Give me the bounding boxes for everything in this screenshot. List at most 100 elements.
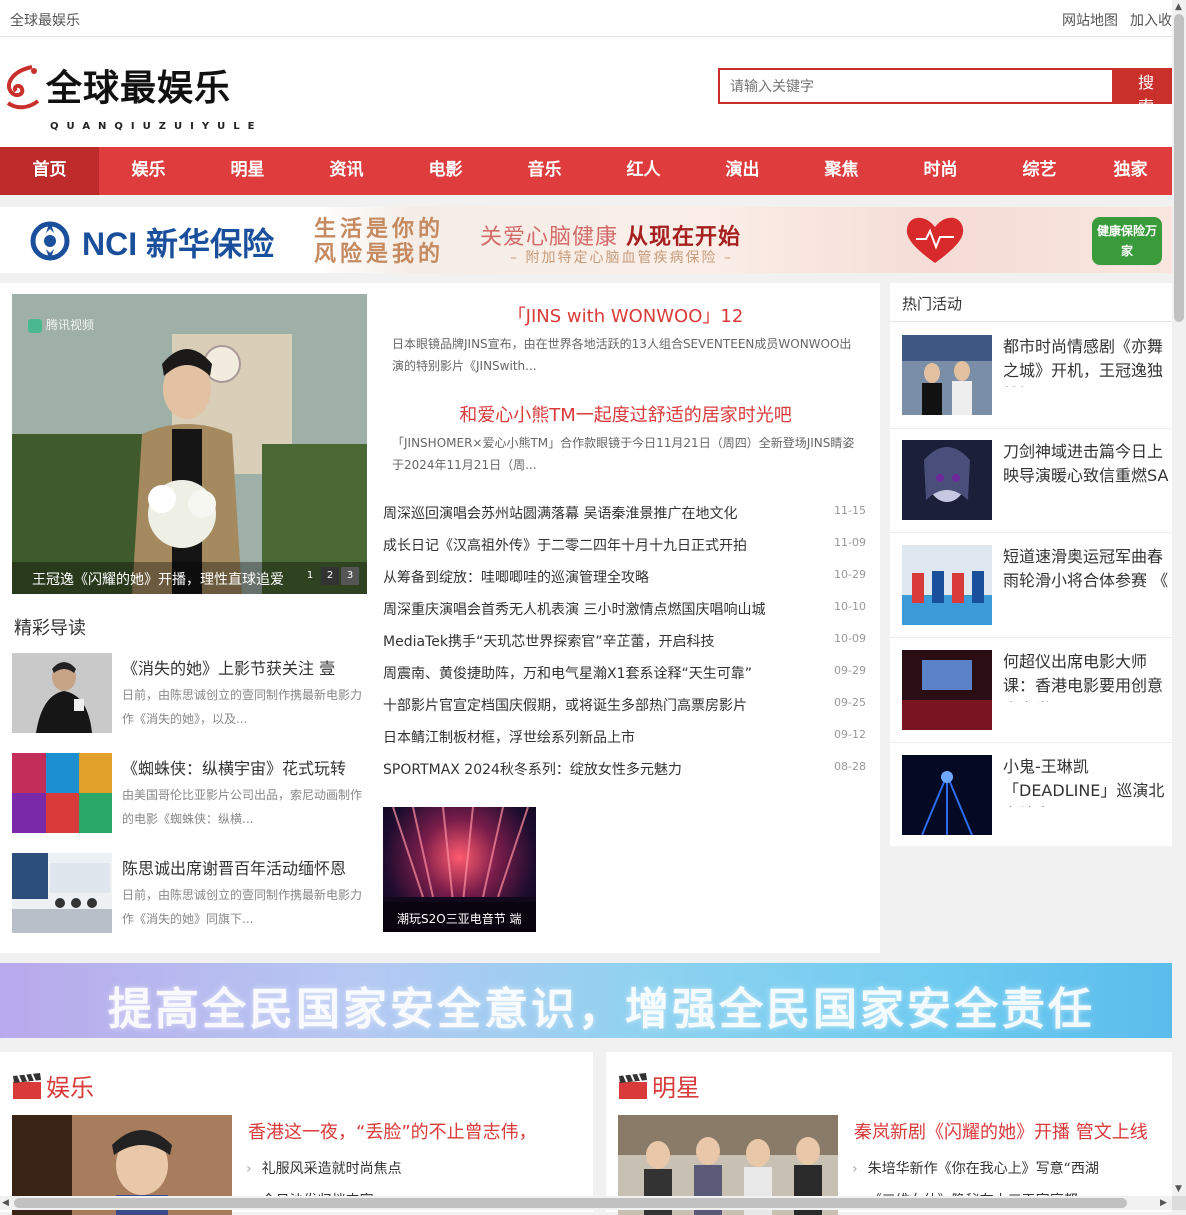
hot-title[interactable]: 都市时尚情感剧《亦舞之城》开机，王冠逸独特初: [1003, 335, 1173, 387]
hot-item[interactable]: 何超仪出席电影大师课：香港电影要用创意走向世: [902, 650, 1172, 730]
section-title[interactable]: 娱乐: [46, 1068, 94, 1103]
nav-exclusive[interactable]: 独家: [1089, 147, 1172, 195]
news-row[interactable]: 日本鲭江制板材框，浮世绘系列新品上市 09-12: [383, 721, 868, 753]
nav-stars[interactable]: 明星: [198, 147, 297, 195]
hot-title[interactable]: 小鬼-王琳凯「DEADLINE」巡演北京站来: [1003, 755, 1173, 807]
news-title[interactable]: MediaTek携手“天玑芯世界探索官”辛芷蕾，开启科技: [383, 631, 714, 651]
read-title[interactable]: 《蜘蛛侠：纵横宇宙》花式玩转: [122, 755, 367, 779]
headline-desc: 「JINSHOMER×爱心小熊TM」合作款眼镜于今日11月21日（周四）全新登场…: [392, 436, 855, 472]
section-lead[interactable]: 香港这一夜，“丢脸”的不止曾志伟，: [248, 1118, 537, 1144]
nav-entertainment[interactable]: 娱乐: [99, 147, 198, 195]
nav-variety[interactable]: 综艺: [990, 147, 1089, 195]
nav-music[interactable]: 音乐: [495, 147, 594, 195]
vertical-scrollbar[interactable]: ▲ ▼: [1172, 0, 1186, 1196]
news-date: 08-28: [834, 760, 866, 773]
nav-movies[interactable]: 电影: [396, 147, 495, 195]
scroll-left-icon[interactable]: ◀: [2, 1198, 9, 1208]
insurance-banner-ad[interactable]: NCI 新华保险 生活是你的 风险是我的 关爱心脑健康 从现在开始 – 附加特定…: [0, 207, 1172, 273]
section-lead[interactable]: 秦岚新剧《闪耀的她》开播 管文上线: [854, 1118, 1148, 1144]
news-row[interactable]: 周深巡回演唱会苏州站圆满落幕 吴语秦淮景推广在地文化 11-15: [383, 497, 868, 529]
slider-caption-bar: 王冠逸《闪耀的她》开播，理性直球追爱 123: [12, 562, 367, 594]
slider-caption[interactable]: 王冠逸《闪耀的她》开播，理性直球追爱: [32, 569, 284, 589]
slider-dot-3[interactable]: 3: [341, 567, 359, 585]
list-item[interactable]: 《蜘蛛侠：纵横宇宙》花式玩转 由美国哥伦比亚影片公司出品，索尼动画制作的电影《蜘…: [12, 753, 367, 835]
section-stars: 明星 秦岚新剧《闪耀的她》开播 管文上线 朱培华新作《你在我心上》写意“西湖 《…: [606, 1052, 1172, 1215]
scroll-right-icon[interactable]: ▶: [1160, 1198, 1167, 1208]
search-button[interactable]: 搜 索: [1112, 68, 1172, 116]
scroll-up-icon[interactable]: ▲: [1175, 2, 1182, 12]
add-favorite-link[interactable]: 加入收藏: [1130, 13, 1172, 29]
sitemap-link[interactable]: 网站地图: [1062, 13, 1118, 29]
health-badge: 健康保险万家: [1092, 217, 1162, 265]
section-item[interactable]: 礼服风采造就时尚焦点: [246, 1158, 402, 1178]
feature-caption[interactable]: 潮玩S2O三亚电音节 端: [397, 910, 522, 927]
search-input[interactable]: [718, 68, 1120, 104]
news-title[interactable]: 周震南、黄俊捷助阵，万和电气星瀚X1套系诠释“天生可靠”: [383, 663, 752, 683]
headline-title[interactable]: 「JINS with WONWOO」12: [383, 302, 868, 328]
news-row[interactable]: MediaTek携手“天玑芯世界探索官”辛芷蕾，开启科技 10-09: [383, 625, 868, 657]
horizontal-scroll-thumb[interactable]: [14, 1198, 1127, 1208]
news-title[interactable]: 成长日记《汉高祖外传》于二零二四年十月十九日正式开拍: [383, 535, 747, 555]
news-date: 10-09: [834, 632, 866, 645]
hot-item[interactable]: 小鬼-王琳凯「DEADLINE」巡演北京站来: [902, 755, 1172, 835]
hot-separator: [890, 532, 1172, 533]
news-row[interactable]: 十部影片官宣定档国庆假期，或将诞生多部热门高票房影片 09-25: [383, 689, 868, 721]
ad-slogan-line2: 风险是我的: [314, 242, 445, 267]
feature-image-card[interactable]: 潮玩S2O三亚电音节 端: [383, 807, 536, 932]
video-watermark: 腾讯视频: [28, 316, 94, 333]
hot-item[interactable]: 短道速滑奥运冠军曲春雨轮滑小将合体参赛 《: [902, 545, 1172, 625]
list-item[interactable]: 《消失的她》上影节获关注 壹 日前，由陈思诚创立的壹同制作携最新电影力作《消失的…: [12, 653, 367, 735]
nav-fashion[interactable]: 时尚: [891, 147, 990, 195]
hot-title[interactable]: 何超仪出席电影大师课：香港电影要用创意走向世: [1003, 650, 1173, 702]
nav-home[interactable]: 首页: [0, 147, 99, 195]
hot-divider: [890, 321, 1172, 322]
news-date: 10-10: [834, 600, 866, 613]
hot-title[interactable]: 短道速滑奥运冠军曲春雨轮滑小将合体参赛 《: [1003, 545, 1173, 597]
site-logo[interactable]: 全球最娱乐 QUANQIUZUIYULE: [2, 59, 254, 132]
feature-slider[interactable]: 腾讯视频 王冠逸《闪耀的她》开播，理性直球追爱 123: [12, 294, 367, 594]
read-title[interactable]: 陈思诚出席谢晋百年活动缅怀恩: [122, 855, 367, 879]
slider-dot-2[interactable]: 2: [321, 567, 339, 585]
top-site-name[interactable]: 全球最娱乐: [10, 10, 80, 30]
horizontal-scrollbar[interactable]: ◀ ▶: [0, 1196, 1172, 1210]
news-row[interactable]: 周震南、黄俊捷助阵，万和电气星瀚X1套系诠释“天生可靠” 09-29: [383, 657, 868, 689]
nav-influencers[interactable]: 红人: [594, 147, 693, 195]
read-title[interactable]: 《消失的她》上影节获关注 壹: [122, 655, 367, 679]
hot-item[interactable]: 都市时尚情感剧《亦舞之城》开机，王冠逸独特初: [902, 335, 1172, 415]
news-date: 09-12: [834, 728, 866, 741]
list-item[interactable]: 陈思诚出席谢晋百年活动缅怀恩 日前，由陈思诚创立的壹同制作携最新电影力作《消失的…: [12, 853, 367, 935]
section-item[interactable]: 朱培华新作《你在我心上》写意“西湖: [852, 1158, 1099, 1178]
nav-shows[interactable]: 演出: [693, 147, 792, 195]
read-thumb-3: [12, 853, 112, 933]
news-date: 11-15: [834, 504, 866, 517]
read-desc: 由美国哥伦比亚影片公司出品，索尼动画制作的电影《蜘蛛侠：纵横...: [122, 788, 363, 826]
scroll-down-icon[interactable]: ▼: [1175, 1184, 1182, 1194]
news-title[interactable]: 周深巡回演唱会苏州站圆满落幕 吴语秦淮景推广在地文化: [383, 503, 737, 523]
section-entertainment: 娱乐 香港这一夜，“丢脸”的不止曾志伟， 礼服风采造就时尚焦点 今日沙发归档丰富: [0, 1052, 593, 1215]
ad-care-sub: – 附加特定心脑血管疾病保险 –: [510, 250, 733, 266]
news-row[interactable]: SPORTMAX 2024秋冬系列：绽放女性多元魅力 08-28: [383, 753, 868, 785]
hot-thumb-1: [902, 335, 992, 415]
hot-title[interactable]: 刀剑神域进击篇今日上映导演暖心致信重燃SA: [1003, 440, 1173, 492]
top-links: 网站地图加入收藏: [1062, 10, 1172, 30]
security-slogan-banner[interactable]: 提高全民国家安全意识，增强全民国家安全责任: [0, 963, 1172, 1038]
hot-item[interactable]: 刀剑神域进击篇今日上映导演暖心致信重燃SA: [902, 440, 1172, 520]
news-row[interactable]: 成长日记《汉高祖外传》于二零二四年十月十九日正式开拍 11-09: [383, 529, 868, 561]
nav-focus[interactable]: 聚焦: [792, 147, 891, 195]
nav-news[interactable]: 资讯: [297, 147, 396, 195]
logo-subtitle: QUANQIUZUIYULE: [50, 121, 263, 132]
news-row[interactable]: 周深重庆演唱会首秀无人机表演 三小时激情点燃国庆唱响山城 10-10: [383, 593, 868, 625]
ad-brand: NCI 新华保险: [82, 226, 275, 262]
news-title[interactable]: 从筹备到绽放：哇唧唧哇的巡演管理全攻略: [383, 567, 649, 587]
vertical-scroll-thumb[interactable]: [1174, 14, 1184, 322]
news-title[interactable]: SPORTMAX 2024秋冬系列：绽放女性多元魅力: [383, 759, 682, 779]
section-title[interactable]: 明星: [652, 1068, 700, 1103]
news-title[interactable]: 周深重庆演唱会首秀无人机表演 三小时激情点燃国庆唱响山城: [383, 599, 765, 619]
news-title[interactable]: 十部影片官宣定档国庆假期，或将诞生多部热门高票房影片: [383, 695, 747, 715]
clapperboard-icon: [13, 1073, 41, 1099]
headline-title[interactable]: 和爱心小熊TM一起度过舒适的居家时光吧: [383, 401, 868, 427]
slider-dot-1[interactable]: 1: [301, 567, 319, 585]
news-row[interactable]: 从筹备到绽放：哇唧唧哇的巡演管理全攻略 10-29: [383, 561, 868, 593]
news-title[interactable]: 日本鲭江制板材框，浮世绘系列新品上市: [383, 727, 635, 747]
read-thumb-1: [12, 653, 112, 733]
